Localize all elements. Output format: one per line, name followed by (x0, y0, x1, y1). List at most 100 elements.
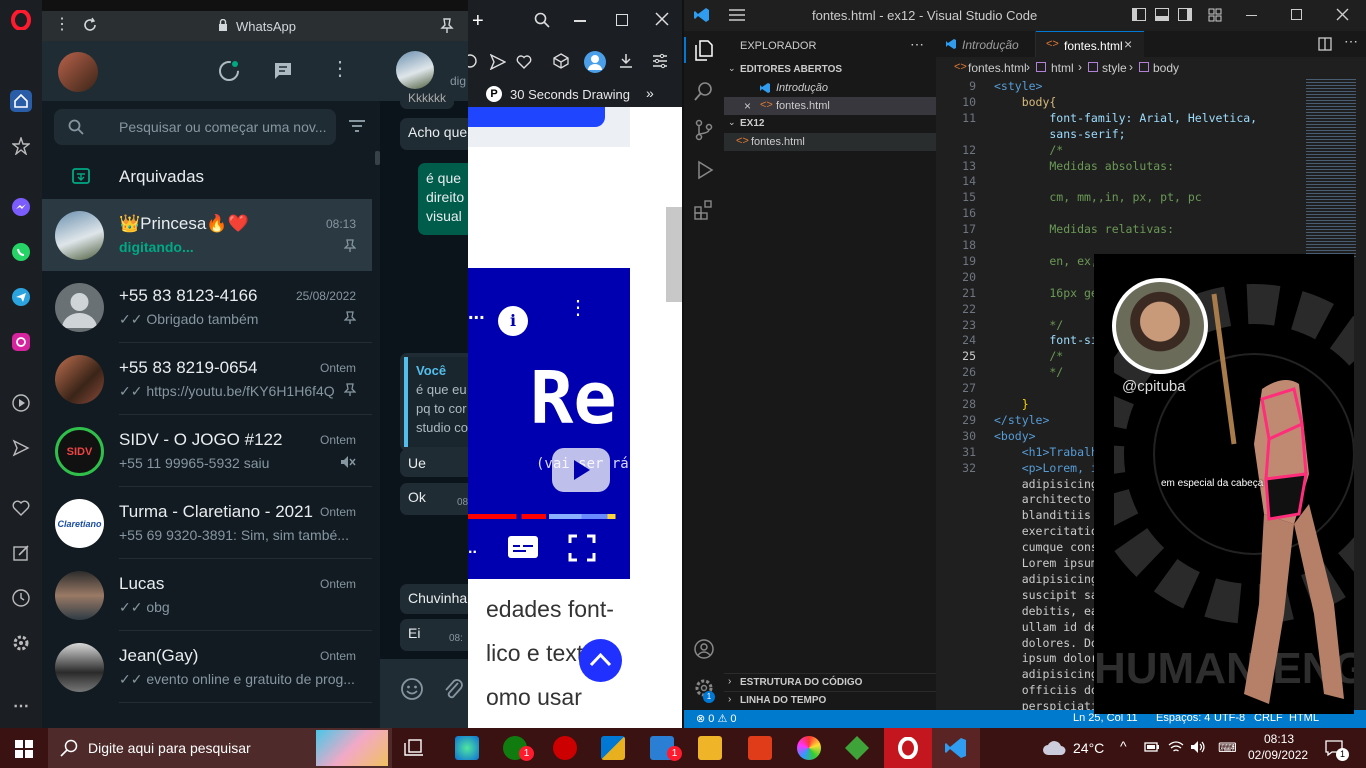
chat-item[interactable]: SIDV SIDV - O JOGO #122 Ontem +55 11 999… (42, 415, 372, 487)
easy-setup-icon[interactable] (652, 53, 668, 69)
clock-time[interactable]: 08:13 (1264, 732, 1294, 746)
minimize-icon[interactable] (574, 20, 586, 22)
close-icon[interactable]: × (1124, 36, 1132, 52)
menu-icon[interactable]: ⋮ (330, 59, 350, 79)
open-editor-item[interactable]: Introdução (724, 79, 936, 97)
file-tree-item[interactable]: <> fontes.html (724, 133, 936, 151)
taskbar-search[interactable]: Digite aqui para pesquisar (48, 728, 392, 768)
send-icon[interactable] (10, 437, 32, 459)
chevron-right-icon[interactable]: » (646, 85, 654, 101)
source-control-icon[interactable] (693, 119, 715, 141)
outline-section[interactable]: › ESTRUTURA DO CÓDIGO (724, 673, 936, 691)
play-button[interactable] (552, 448, 610, 492)
kebab-menu-icon[interactable]: ⋮ (568, 298, 588, 318)
bookmark-item[interactable]: 30 Seconds Drawing (510, 87, 630, 102)
temperature[interactable]: 24°C (1073, 740, 1104, 756)
page-scrollbar-thumb[interactable] (666, 207, 682, 302)
settings-icon[interactable] (10, 632, 32, 654)
chat-item[interactable]: 👑Princesa🔥❤️ 08:13 digitando... (42, 199, 372, 271)
chevron-up-icon[interactable]: ^ (1120, 738, 1127, 754)
paint-icon[interactable] (797, 736, 821, 760)
search-icon[interactable] (534, 12, 550, 28)
whatsapp-icon[interactable] (10, 241, 32, 263)
minimap[interactable] (1306, 79, 1356, 259)
search-input[interactable]: Pesquisar ou começar uma nov... (119, 119, 327, 135)
captions-icon[interactable] (508, 536, 538, 558)
breadcrumb-item[interactable]: body (1153, 61, 1179, 75)
clock-date[interactable]: 02/09/2022 (1248, 748, 1308, 762)
close-icon[interactable] (1336, 8, 1349, 21)
edit-icon[interactable] (10, 542, 32, 564)
battery-icon[interactable] (1144, 741, 1160, 753)
kebab-menu-icon[interactable]: ⋮ (54, 17, 70, 33)
pin-window-icon[interactable] (440, 18, 454, 34)
language-icon[interactable]: ⌨ (1218, 740, 1237, 756)
split-editor-icon[interactable] (1318, 37, 1332, 51)
edge-icon[interactable] (455, 736, 479, 760)
toggle-sidebar-icon[interactable] (1132, 8, 1146, 21)
wifi-icon[interactable] (1168, 740, 1184, 754)
status-icon[interactable] (218, 60, 240, 82)
account-icon[interactable] (693, 638, 715, 660)
new-tab-icon[interactable]: + (472, 11, 484, 31)
file-explorer-icon[interactable] (698, 736, 722, 760)
office-icon[interactable] (748, 736, 772, 760)
store-icon[interactable] (601, 736, 625, 760)
task-view-icon[interactable] (404, 739, 426, 757)
block-icon[interactable] (468, 54, 480, 68)
scroll-to-top-button[interactable] (579, 639, 622, 682)
my-avatar[interactable] (58, 52, 98, 92)
tab-introducao[interactable]: Introdução (936, 31, 1036, 57)
send-icon[interactable] (490, 54, 506, 70)
quoted-message[interactable]: Você é que eu pq to cor studio co (404, 357, 468, 447)
new-chat-icon[interactable] (273, 61, 293, 81)
attach-icon[interactable] (442, 677, 464, 701)
breadcrumb-item[interactable]: html (1051, 61, 1074, 75)
star-icon[interactable] (10, 135, 32, 157)
opera-logo-icon[interactable] (10, 9, 32, 31)
chat-item[interactable]: Claretiano Turma - Claretiano - 2021 Ont… (42, 487, 372, 559)
chat-item[interactable]: Jean(Gay) Ontem ✓✓ evento online e gratu… (42, 631, 372, 703)
sims-icon[interactable] (845, 736, 869, 760)
download-icon[interactable] (618, 53, 634, 69)
more-actions-icon[interactable]: ⋯ (910, 36, 924, 53)
weather-cloud-icon[interactable] (1042, 740, 1066, 756)
page-button[interactable] (468, 107, 605, 127)
more-actions-icon[interactable]: ⋯ (1344, 33, 1358, 50)
breadcrumb-item[interactable]: style (1102, 61, 1127, 75)
fullscreen-icon[interactable] (568, 534, 596, 562)
timeline-section[interactable]: › LINHA DO TEMPO (724, 691, 936, 709)
app-icon[interactable] (553, 736, 577, 760)
volume-icon[interactable] (1190, 740, 1206, 754)
open-editor-item[interactable]: × <> fontes.html (724, 97, 936, 115)
home-icon[interactable] (10, 90, 32, 112)
progress-bar[interactable] (468, 514, 630, 519)
search-icon[interactable] (693, 80, 715, 102)
contact-avatar[interactable] (396, 51, 434, 89)
profile-icon[interactable] (584, 51, 606, 73)
open-editors-section[interactable]: ⌄ EDITORES ABERTOS (724, 61, 936, 79)
chat-item[interactable]: +55 83 8123-4166 25/08/2022 ✓✓ Obrigado … (42, 271, 372, 343)
history-icon[interactable] (10, 587, 32, 609)
player-icon[interactable] (10, 392, 32, 414)
explorer-icon[interactable] (693, 39, 715, 61)
telegram-icon[interactable] (10, 286, 32, 308)
heart-icon[interactable] (10, 497, 32, 519)
folder-section[interactable]: ⌄ EX12 (724, 115, 936, 133)
extensions-icon[interactable] (553, 53, 569, 69)
messenger-icon[interactable] (10, 196, 32, 218)
breadcrumb-item[interactable]: fontes.html (968, 61, 1027, 75)
problems-indicator[interactable]: ⊗ 0 ⚠ 0 (696, 712, 736, 725)
tab-fontes[interactable]: <> fontes.html × (1036, 31, 1144, 57)
heart-icon[interactable] (516, 54, 532, 70)
more-icon[interactable]: .. (468, 540, 477, 558)
filter-icon[interactable] (348, 119, 366, 133)
run-debug-icon[interactable] (693, 159, 715, 181)
taskbar-search-input[interactable]: Digite aqui para pesquisar (88, 740, 251, 756)
hamburger-menu-icon[interactable] (729, 9, 745, 21)
info-icon[interactable]: i (498, 306, 528, 336)
minimize-icon[interactable] (1246, 15, 1257, 17)
close-icon[interactable]: × (744, 99, 751, 113)
maximize-icon[interactable] (616, 14, 628, 26)
toggle-panel-icon[interactable] (1155, 8, 1169, 21)
